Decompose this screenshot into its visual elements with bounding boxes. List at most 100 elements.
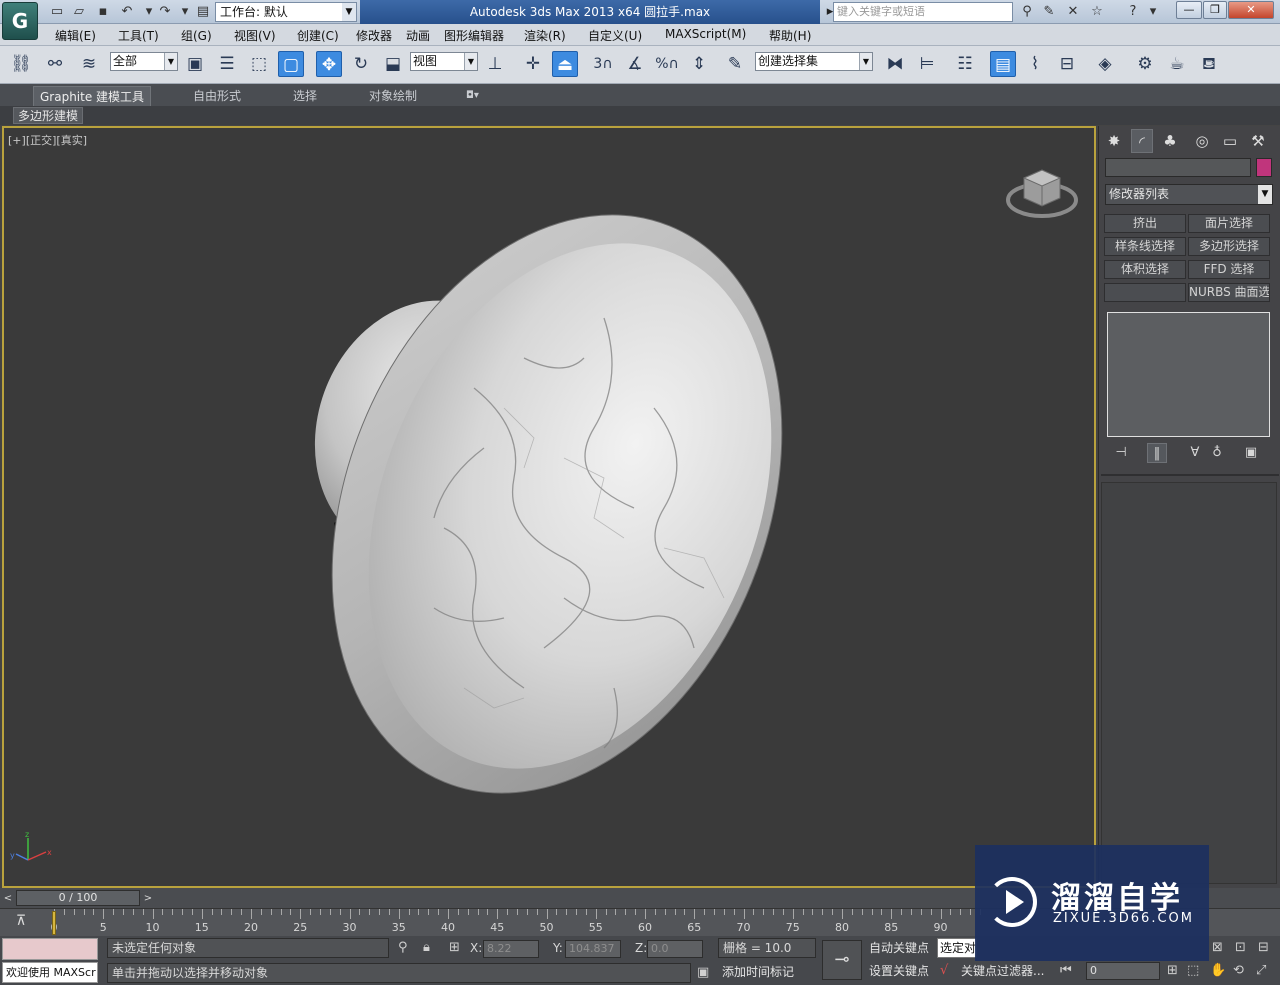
menu-edit[interactable]: 编辑(E) (55, 27, 96, 44)
volume-select-button[interactable]: 体积选择 (1104, 260, 1186, 279)
utilities-tab-icon[interactable]: ⚒ (1247, 129, 1269, 153)
select-and-scale-icon[interactable]: ⬓ (380, 51, 406, 77)
render-setup-icon[interactable]: ⚙ (1132, 51, 1158, 77)
select-link-icon[interactable]: ⛓ (8, 51, 34, 77)
zoom-extents-all-icon[interactable]: ⊡ (1235, 940, 1246, 955)
extrude-button[interactable]: 挤出 (1104, 214, 1186, 233)
ffd-select-button[interactable]: FFD 选择 (1188, 260, 1270, 279)
help-icon[interactable]: ? (1124, 3, 1142, 21)
time-prev-button[interactable]: < (1, 891, 15, 906)
schematic-view-icon[interactable]: ⊟ (1054, 51, 1080, 77)
viewcube-widget[interactable] (1004, 160, 1080, 222)
spinner-snap-icon[interactable]: ⇕ (686, 51, 712, 77)
modify-tab-icon[interactable]: ◜ (1131, 129, 1153, 153)
search-input[interactable]: 键入关键字或短语 (833, 2, 1013, 22)
reference-coordinate-dropdown[interactable]: 视图 ▼ (410, 52, 478, 71)
zoom-region-icon[interactable]: ⊟ (1258, 940, 1269, 955)
save-icon[interactable]: ▪ (94, 3, 112, 21)
material-editor-icon[interactable]: ◈ (1092, 51, 1118, 77)
selection-filter-dropdown[interactable]: 全部 ▼ (110, 52, 178, 71)
z-coordinate-field[interactable]: 0.0 (647, 940, 703, 958)
time-config-icon[interactable]: ⏮ (1060, 963, 1072, 978)
maximize-viewport-icon[interactable]: ⤢ (1256, 963, 1266, 978)
rectangular-selection-icon[interactable]: ⬚ (246, 51, 272, 77)
menu-group[interactable]: 组(G) (181, 27, 212, 44)
communication-icon[interactable]: ✕ (1064, 3, 1082, 21)
pan-view-icon[interactable]: ✋ (1210, 963, 1226, 978)
make-unique-icon[interactable]: ∀ (1185, 443, 1205, 463)
select-by-name-icon[interactable]: ☰ (214, 51, 240, 77)
selection-lock-icon[interactable]: 🔒︎ (423, 940, 430, 955)
curve-editor-icon[interactable]: ⌇ (1022, 51, 1048, 77)
percent-snap-icon[interactable]: %∩ (654, 51, 680, 77)
tab-graphite-modeling[interactable]: Graphite 建模工具 (33, 86, 152, 106)
menu-customize[interactable]: 自定义(U) (588, 27, 642, 44)
named-selection-dropdown[interactable]: 创建选择集 ▼ (755, 52, 873, 71)
subscription-icon[interactable]: ✎ (1040, 3, 1058, 21)
pivot-center-icon[interactable]: ⊥ (482, 51, 508, 77)
select-manipulate-icon[interactable]: ✛ (520, 51, 546, 77)
bind-space-warp-icon[interactable]: ≋ (76, 51, 102, 77)
viewport-orthographic[interactable]: [+][正交][真实] z y x (2, 126, 1096, 888)
redo-dropdown-icon[interactable]: ▾ (176, 3, 194, 21)
field-of-view-icon[interactable]: ⬚ (1187, 963, 1199, 978)
edit-named-selection-icon[interactable]: ✎ (722, 51, 748, 77)
angle-snap-icon[interactable]: ∡ (622, 51, 648, 77)
pin-stack-icon[interactable]: ⊣ (1111, 443, 1131, 463)
y-coordinate-field[interactable]: 104.837 (565, 940, 621, 958)
set-key-icon[interactable]: ⊸ (822, 940, 862, 980)
time-slider-thumb[interactable]: 0 / 100 (16, 890, 140, 906)
poly-select-button[interactable]: 多边形选择 (1188, 237, 1270, 256)
mini-curve-editor-icon[interactable]: ⊼ (10, 913, 32, 933)
redo-icon[interactable]: ↷ (156, 3, 174, 21)
graphite-toggle-icon[interactable]: ▤ (990, 51, 1016, 77)
tab-freeform[interactable]: 自由形式 (187, 86, 247, 106)
time-next-button[interactable]: > (141, 891, 155, 906)
menu-create[interactable]: 创建(C) (297, 27, 339, 44)
polygon-modeling-panel[interactable]: 多边形建模 (13, 107, 84, 124)
select-and-move-icon[interactable]: ✥ (316, 51, 342, 77)
nurbs-surface-select-button[interactable]: NURBS 曲面选择 (1188, 283, 1270, 302)
modifier-list-dropdown[interactable]: 修改器列表 ▼ (1105, 184, 1273, 205)
select-object-icon[interactable]: ▣ (182, 51, 208, 77)
create-tab-icon[interactable]: ✸ (1103, 129, 1125, 153)
new-file-icon[interactable]: ▭ (48, 3, 66, 21)
mirror-icon[interactable]: ⧓ (882, 51, 908, 77)
help-dropdown-icon[interactable]: ▾ (1144, 3, 1162, 21)
unlink-icon[interactable]: ⚯ (42, 51, 68, 77)
current-frame-field[interactable]: 0 (1086, 962, 1160, 980)
zoom-extents-icon[interactable]: ⊞ (1167, 963, 1178, 978)
configure-modifier-sets-icon[interactable]: ▣ (1241, 443, 1261, 463)
menu-tools[interactable]: 工具(T) (118, 27, 159, 44)
empty-modifier-button[interactable] (1104, 283, 1186, 302)
show-end-result-icon[interactable]: ‖ (1147, 443, 1167, 463)
layer-manager-icon[interactable]: ☷ (952, 51, 978, 77)
tab-selection[interactable]: 选择 (287, 86, 323, 106)
rendered-frame-icon[interactable]: ☕ (1164, 51, 1190, 77)
maxscript-listener-mini[interactable] (2, 938, 98, 960)
menu-graph-editors[interactable]: 图形编辑器 (444, 27, 504, 44)
current-frame-marker[interactable] (52, 911, 56, 935)
object-color-swatch[interactable] (1256, 158, 1272, 177)
set-key-button[interactable]: 设置关键点 (866, 961, 929, 981)
ribbon-options-icon[interactable]: ◘▾ (460, 86, 485, 106)
display-tab-icon[interactable]: ▭ (1219, 129, 1241, 153)
hierarchy-tab-icon[interactable]: ♣ (1159, 129, 1181, 153)
tab-object-paint[interactable]: 对象绘制 (363, 86, 423, 106)
workspace-dropdown[interactable]: 工作台: 默认 ▼ (215, 2, 357, 22)
select-and-rotate-icon[interactable]: ↻ (348, 51, 374, 77)
zoom-all-icon[interactable]: ⊠ (1212, 940, 1223, 955)
menu-views[interactable]: 视图(V) (234, 27, 276, 44)
key-filters-button[interactable]: 关键点过滤器... (958, 961, 1044, 981)
remove-modifier-icon[interactable]: ♁ (1207, 443, 1227, 463)
binoculars-icon[interactable]: ⚲ (1018, 3, 1036, 21)
render-production-icon[interactable]: ⛾ (1196, 51, 1222, 77)
close-button[interactable]: ✕ (1228, 1, 1274, 19)
keyboard-shortcut-override-icon[interactable]: ⏏ (552, 51, 578, 77)
motion-tab-icon[interactable]: ◎ (1191, 129, 1213, 153)
orbit-icon[interactable]: ⟲ (1233, 963, 1244, 978)
window-crossing-icon[interactable]: ▢ (278, 51, 304, 77)
maxscript-welcome[interactable]: 欢迎使用 MAXScr (2, 962, 98, 983)
spline-select-button[interactable]: 样条线选择 (1104, 237, 1186, 256)
isolate-selection-icon[interactable]: ⚲ (398, 940, 408, 955)
